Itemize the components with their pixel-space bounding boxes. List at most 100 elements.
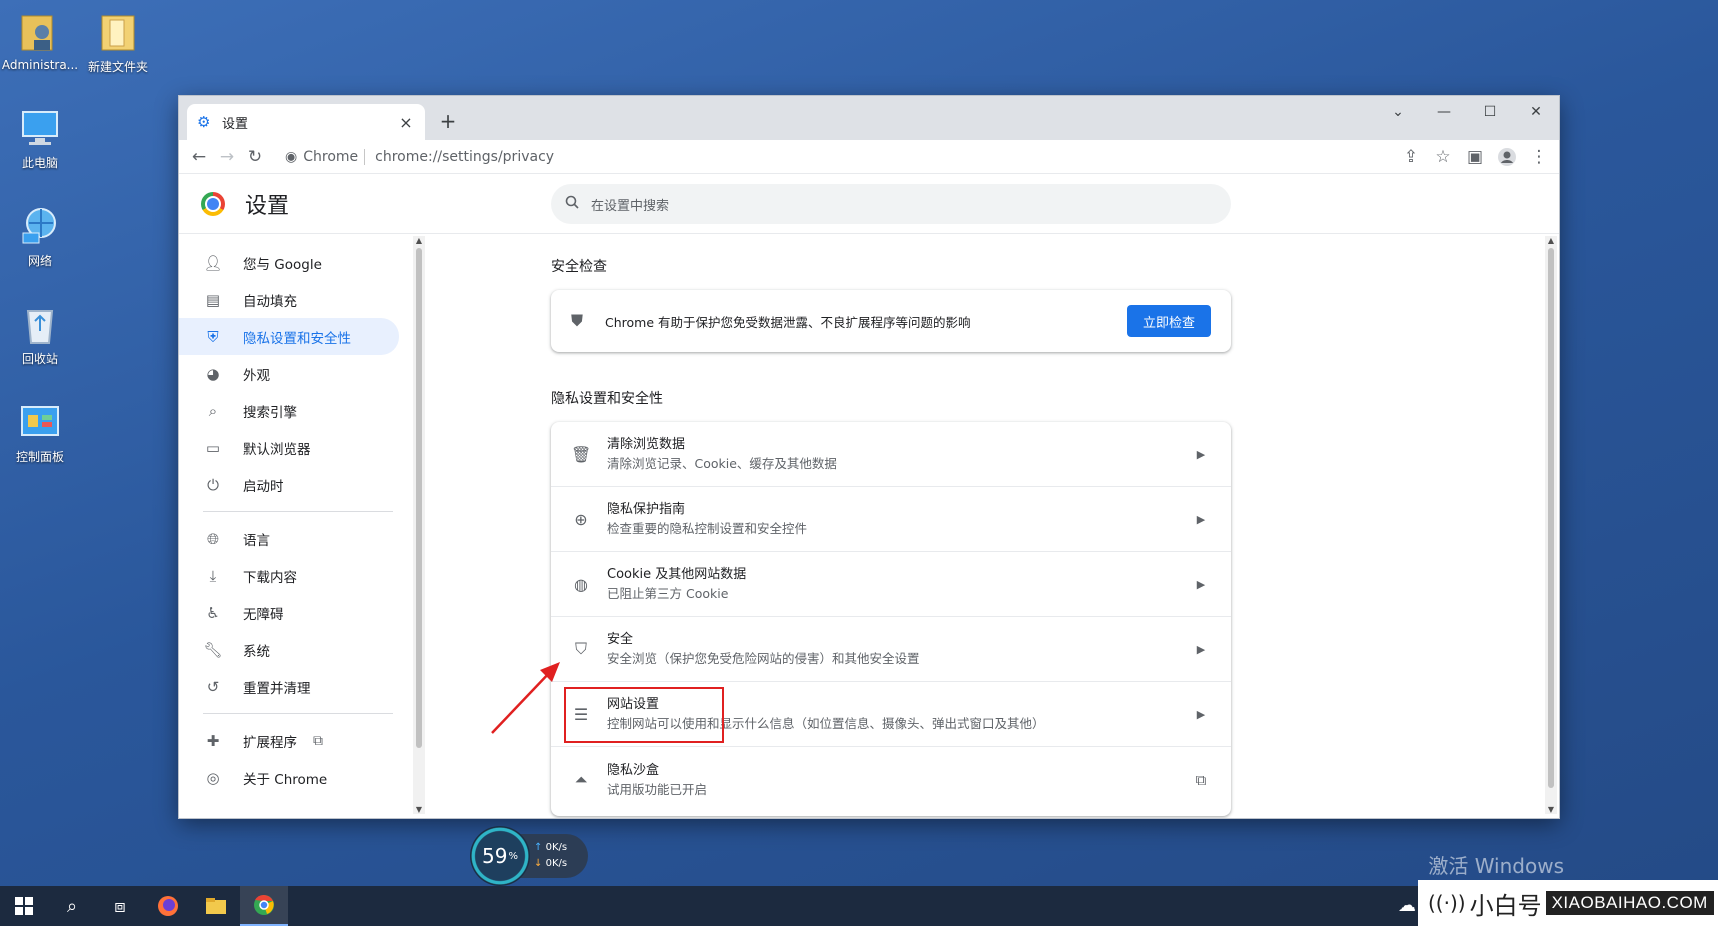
- row-security[interactable]: ⛉ 安全 安全浏览（保护您免受危险网站的侵害）和其他安全设置 ▶: [551, 617, 1231, 682]
- desktop-icon-this-pc[interactable]: 此电脑: [0, 106, 80, 171]
- side-panel-icon[interactable]: ▣: [1461, 143, 1489, 171]
- desktop-icon-label: 新建文件夹: [87, 60, 148, 74]
- sidebar-scrollbar[interactable]: ▲ ▼: [413, 236, 425, 814]
- row-cookies[interactable]: ◍ Cookie 及其他网站数据 已阻止第三方 Cookie ▶: [551, 552, 1231, 617]
- flask-icon: ⏶: [574, 769, 588, 789]
- sidebar-item-label: 自动填充: [243, 293, 297, 310]
- settings-header: 设置 在设置中搜索: [179, 174, 1559, 234]
- row-clear-browsing-data[interactable]: 🗑︎ 清除浏览数据 清除浏览记录、Cookie、缓存及其他数据 ▶: [551, 422, 1231, 487]
- chevron-right-icon: ▶: [1196, 642, 1206, 656]
- settings-sidebar: 👤︎ 您与 Google ▤ 自动填充 ⛨ 隐私设置和安全性 ◕ 外观 ⌕ 搜索引擎 ▭ 默…: [179, 234, 411, 816]
- task-view-icon[interactable]: ⧈: [96, 886, 144, 926]
- computer-icon: [18, 106, 62, 150]
- upload-speed: 0K/s: [545, 842, 568, 853]
- scroll-up-arrow[interactable]: ▲: [1545, 236, 1557, 245]
- new-tab-button[interactable]: +: [435, 108, 461, 134]
- compass-icon: ⊕: [574, 509, 588, 529]
- taskbar-search-icon[interactable]: ⌕: [48, 886, 96, 926]
- sidebar-item-accessibility[interactable]: ♿︎ 无障碍: [179, 594, 411, 631]
- row-subtitle: 控制网站可以使用和显示什么信息（如位置信息、摄像头、弹出式窗口及其他）: [607, 716, 1045, 731]
- firefox-icon[interactable]: [144, 886, 192, 926]
- power-icon: ⏻: [207, 475, 219, 494]
- tab-settings[interactable]: ⚙ 设置 ×: [187, 104, 425, 140]
- settings-search-input[interactable]: 在设置中搜索: [551, 184, 1231, 224]
- omnibox-url[interactable]: chrome://settings/privacy: [375, 149, 554, 165]
- sidebar-item-appearance[interactable]: ◕ 外观: [179, 355, 411, 392]
- address-bar[interactable]: ◉ Chrome chrome://settings/privacy: [275, 143, 1391, 171]
- desktop-icon-recycle-bin[interactable]: 回收站: [0, 302, 80, 367]
- control-panel-icon: [18, 400, 62, 444]
- tab-close-button[interactable]: ×: [397, 113, 415, 132]
- sidebar-item-downloads[interactable]: ⤓ 下载内容: [179, 557, 411, 594]
- back-arrow-icon[interactable]: ←: [185, 143, 213, 171]
- browser-window-icon: ▭: [205, 438, 221, 457]
- sidebar-item-label: 扩展程序: [243, 734, 297, 751]
- chrome-taskbar-icon[interactable]: [240, 886, 288, 926]
- desktop-icon-admin[interactable]: Administra...: [0, 10, 80, 72]
- accessibility-icon: ♿︎: [206, 603, 220, 622]
- tab-search-chevron-icon[interactable]: ⌄: [1375, 96, 1421, 128]
- desktop-icon-label: 此电脑: [21, 156, 58, 170]
- scrollbar-thumb[interactable]: [1548, 248, 1554, 788]
- desktop-icon-new-folder[interactable]: 新建文件夹: [78, 10, 158, 75]
- globe-icon: 🌐︎: [206, 529, 219, 548]
- shield-icon: ⛉: [574, 639, 587, 658]
- reload-icon[interactable]: ↻: [241, 143, 269, 171]
- scroll-up-arrow[interactable]: ▲: [413, 236, 425, 245]
- sidebar-item-label: 无障碍: [243, 606, 284, 623]
- sidebar-item-privacy[interactable]: ⛨ 隐私设置和安全性: [179, 318, 399, 355]
- usage-percent-unit: %: [508, 850, 518, 862]
- safety-check-title: 安全检查: [551, 259, 607, 275]
- settings-main: 安全检查 ⛊ Chrome 有助于保护您免受数据泄露、不良扩展程序等问题的影响 …: [551, 234, 1231, 816]
- row-site-settings[interactable]: ☰ 网站设置 控制网站可以使用和显示什么信息（如位置信息、摄像头、弹出式窗口及其他…: [551, 682, 1231, 747]
- scroll-down-arrow[interactable]: ▼: [413, 805, 425, 814]
- download-icon: ⤓: [209, 566, 217, 585]
- sidebar-item-label: 隐私设置和安全性: [243, 330, 351, 347]
- row-title: 隐私保护指南: [607, 502, 686, 517]
- more-menu-icon[interactable]: ⋮: [1525, 143, 1553, 171]
- tab-strip: ⚙ 设置 × + ⌄ — ☐ ✕: [179, 96, 1559, 140]
- windows-logo-icon: [15, 897, 33, 915]
- close-window-button[interactable]: ✕: [1513, 96, 1559, 128]
- wrench-icon: 🔧︎: [203, 640, 223, 659]
- sidebar-item-label: 下载内容: [243, 569, 297, 586]
- check-now-button[interactable]: 立即检查: [1126, 305, 1211, 337]
- main-scrollbar[interactable]: ▲ ▼: [1545, 236, 1557, 814]
- sidebar-item-label: 搜索引擎: [243, 404, 297, 421]
- recycle-bin-icon: [18, 302, 62, 346]
- row-subtitle: 已阻止第三方 Cookie: [607, 586, 729, 601]
- sidebar-item-search-engine[interactable]: ⌕ 搜索引擎: [179, 392, 411, 429]
- sidebar-item-label: 重置并清理: [243, 680, 311, 697]
- desktop-icon-label: 网络: [27, 254, 52, 268]
- toolbar-actions: ⇪ ☆ ▣ ⋮: [1397, 143, 1553, 171]
- weather-cloud-icon[interactable]: ☁: [1398, 895, 1416, 916]
- share-icon[interactable]: ⇪: [1397, 143, 1425, 171]
- sidebar-item-label: 语言: [243, 532, 270, 549]
- forward-arrow-icon[interactable]: →: [213, 143, 241, 171]
- sidebar-item-reset[interactable]: ↺ 重置并清理: [179, 668, 411, 705]
- row-privacy-sandbox[interactable]: ⏶ 隐私沙盒 试用版功能已开启 ⧉: [551, 747, 1231, 812]
- sidebar-item-extensions[interactable]: ✚ 扩展程序 ⧉: [179, 722, 411, 759]
- sidebar-item-system[interactable]: 🔧︎ 系统: [179, 631, 411, 668]
- desktop-icon-network[interactable]: 网络: [0, 204, 80, 269]
- file-explorer-icon[interactable]: [192, 886, 240, 926]
- sidebar-item-autofill[interactable]: ▤ 自动填充: [179, 281, 411, 318]
- row-privacy-guide[interactable]: ⊕ 隐私保护指南 检查重要的隐私控制设置和安全控件 ▶: [551, 487, 1231, 552]
- clipboard-icon: ▤: [205, 290, 221, 309]
- row-title: Cookie 及其他网站数据: [607, 567, 747, 582]
- desktop-icon-control-panel[interactable]: 控制面板: [0, 400, 80, 465]
- bookmark-star-icon[interactable]: ☆: [1429, 143, 1457, 171]
- minimize-button[interactable]: —: [1421, 96, 1467, 128]
- scroll-down-arrow[interactable]: ▼: [1545, 805, 1557, 814]
- sidebar-item-languages[interactable]: 🌐︎ 语言: [179, 520, 411, 557]
- network-speed-widget[interactable]: ↑ 0K/s ↓ 0K/s 59%: [470, 826, 590, 886]
- profile-avatar-icon[interactable]: [1493, 143, 1521, 171]
- sidebar-item-default-browser[interactable]: ▭ 默认浏览器: [179, 429, 411, 466]
- scrollbar-thumb[interactable]: [416, 248, 422, 748]
- sidebar-item-you-and-google[interactable]: 👤︎ 您与 Google: [179, 244, 411, 281]
- sidebar-item-about[interactable]: ◎ 关于 Chrome: [179, 759, 411, 796]
- maximize-button[interactable]: ☐: [1467, 96, 1513, 128]
- row-title: 隐私沙盒: [607, 762, 660, 778]
- start-button[interactable]: [0, 886, 48, 926]
- sidebar-item-on-startup[interactable]: ⏻ 启动时: [179, 466, 411, 503]
